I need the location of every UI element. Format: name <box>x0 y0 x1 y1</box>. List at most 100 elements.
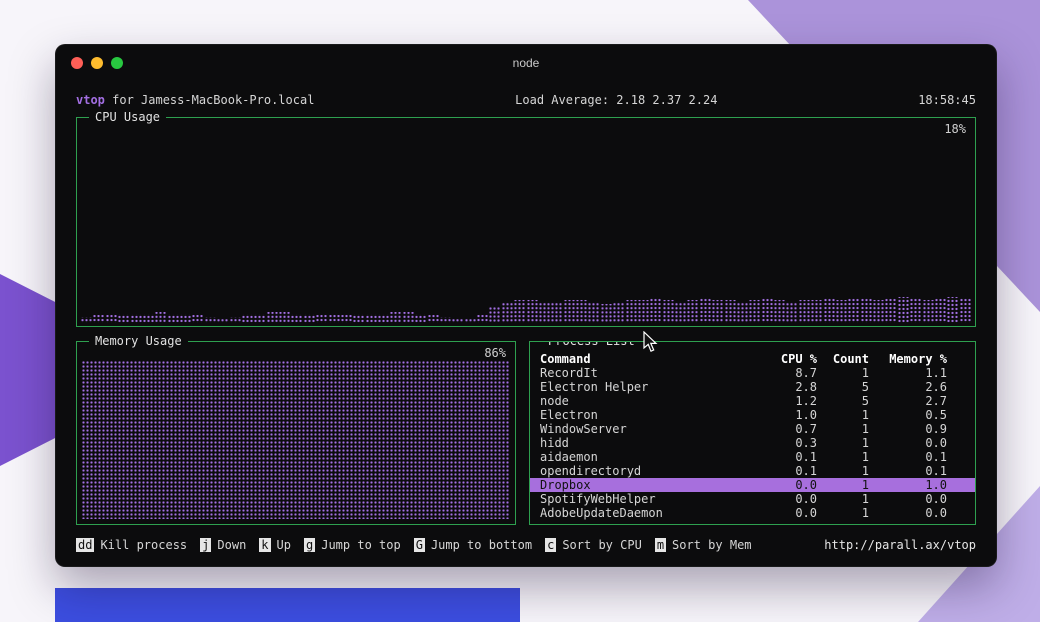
cpu-chart <box>81 134 971 323</box>
process-cell: 1 <box>817 478 869 492</box>
load-average: Load Average: 2.18 2.37 2.24 <box>515 93 717 107</box>
process-list-title: Process List <box>542 341 641 348</box>
vtop-link[interactable]: http://parall.ax/vtop <box>824 538 976 552</box>
decor-shape-bottom-blue <box>55 588 520 622</box>
process-cell: 5 <box>817 394 869 408</box>
cpu-history-bar <box>725 300 736 323</box>
process-cell: 0.9 <box>869 422 947 436</box>
cpu-history-bar <box>415 314 426 323</box>
cpu-history-bar <box>848 298 859 323</box>
cpu-history-bar <box>93 315 104 323</box>
cpu-history-bar <box>242 314 253 323</box>
window-titlebar[interactable]: node <box>56 45 996 81</box>
process-cell: Dropbox <box>540 478 761 492</box>
zoom-button[interactable] <box>111 57 123 69</box>
process-cell: 1.0 <box>869 478 947 492</box>
shortcut-sort-by-cpu: cSort by CPU <box>545 538 642 552</box>
minimize-button[interactable] <box>91 57 103 69</box>
shortcut-label: Sort by CPU <box>562 538 641 552</box>
process-row[interactable]: Electron Helper2.852.6 <box>530 380 975 394</box>
shortcut-kill-process: ddKill process <box>76 538 187 552</box>
cpu-history-bar <box>824 298 835 323</box>
clock: 18:58:45 <box>918 93 976 107</box>
process-row[interactable]: AdobeUpdateDaemon0.010.0 <box>530 506 975 520</box>
process-row[interactable]: Dropbox0.011.0 <box>530 478 975 492</box>
cpu-history-bar <box>329 315 340 323</box>
cpu-history-bar <box>316 315 327 323</box>
cpu-history-bar <box>638 300 649 323</box>
process-cell: 2.6 <box>869 380 947 394</box>
cpu-history-bar <box>291 314 302 323</box>
cpu-history-bar <box>675 302 686 323</box>
cpu-history-bar <box>217 319 228 323</box>
shortcut-key: dd <box>76 538 94 552</box>
process-cell: 0.3 <box>761 436 817 450</box>
process-cell: 2.8 <box>761 380 817 394</box>
memory-current-value: 86% <box>484 346 506 360</box>
process-row[interactable]: hidd0.310.0 <box>530 436 975 450</box>
column-command: Command <box>540 352 761 366</box>
process-row[interactable]: node1.252.7 <box>530 394 975 408</box>
cpu-history-bar <box>390 312 401 323</box>
cpu-history-bar <box>254 314 265 323</box>
cpu-history-bar <box>366 314 377 323</box>
cpu-history-bar <box>873 300 884 323</box>
memory-fill-graph <box>82 361 510 519</box>
process-row[interactable]: WindowServer0.710.9 <box>530 422 975 436</box>
process-rows: RecordIt8.711.1Electron Helper2.852.6nod… <box>530 366 975 520</box>
process-cell: 1.2 <box>761 394 817 408</box>
process-row[interactable]: aidaemon0.110.1 <box>530 450 975 464</box>
cpu-history-bar <box>799 300 810 323</box>
cpu-history-bar <box>762 298 773 323</box>
mid-row: Memory Usage 86% Process List Command CP… <box>76 341 976 525</box>
shortcut-key: j <box>200 538 211 552</box>
process-row[interactable]: opendirectoryd0.110.1 <box>530 464 975 478</box>
cpu-history-bar <box>774 300 785 323</box>
cpu-history-bar <box>601 304 612 323</box>
process-cell: 1 <box>817 506 869 520</box>
cpu-history-bar <box>205 317 216 323</box>
close-button[interactable] <box>71 57 83 69</box>
shortcut-label: Sort by Mem <box>672 538 751 552</box>
cpu-history-bar <box>898 297 909 323</box>
cpu-history-bar <box>613 302 624 323</box>
shortcut-down: jDown <box>200 538 246 552</box>
traffic-lights <box>71 57 123 69</box>
cpu-history-bar <box>452 319 463 323</box>
process-row[interactable]: Electron1.010.5 <box>530 408 975 422</box>
cpu-history-bar <box>626 300 637 323</box>
process-cell: 2.7 <box>869 394 947 408</box>
cpu-history-bar <box>786 302 797 323</box>
cpu-history-bar <box>353 314 364 323</box>
cpu-history-bar <box>687 300 698 323</box>
shortcut-label: Up <box>277 538 291 552</box>
process-row[interactable]: RecordIt8.711.1 <box>530 366 975 380</box>
cpu-history-bar <box>477 315 488 323</box>
process-cell: 1 <box>817 464 869 478</box>
cpu-history-bar <box>527 300 538 323</box>
cpu-history-bar <box>712 300 723 323</box>
process-cell: 1 <box>817 436 869 450</box>
process-cell: 1.1 <box>869 366 947 380</box>
cpu-history-bar <box>811 300 822 323</box>
terminal-window: node vtop for Jamess-MacBook-Pro.local L… <box>55 44 997 567</box>
vtop-header: vtop for Jamess-MacBook-Pro.local Load A… <box>76 93 976 107</box>
cpu-history-bar <box>564 300 575 323</box>
shortcut-sort-by-mem: mSort by Mem <box>655 538 752 552</box>
process-row[interactable]: SpotifyWebHelper0.010.0 <box>530 492 975 506</box>
cpu-history-bar <box>81 317 92 323</box>
process-cell: 0.0 <box>761 506 817 520</box>
process-cell: 1 <box>817 408 869 422</box>
cpu-history-bar <box>440 317 451 323</box>
mouse-cursor-icon <box>643 331 658 353</box>
cpu-history-bar <box>947 297 958 323</box>
cpu-history-bar <box>836 300 847 323</box>
cpu-history-bar <box>192 315 203 323</box>
host-suffix: for Jamess-MacBook-Pro.local <box>105 93 315 107</box>
cpu-history-bar <box>910 298 921 323</box>
process-cell: 0.0 <box>869 436 947 450</box>
app-name: vtop <box>76 93 105 107</box>
desktop: node vtop for Jamess-MacBook-Pro.local L… <box>0 0 1040 622</box>
cpu-history-bar <box>106 315 117 323</box>
process-cell: 0.1 <box>869 464 947 478</box>
